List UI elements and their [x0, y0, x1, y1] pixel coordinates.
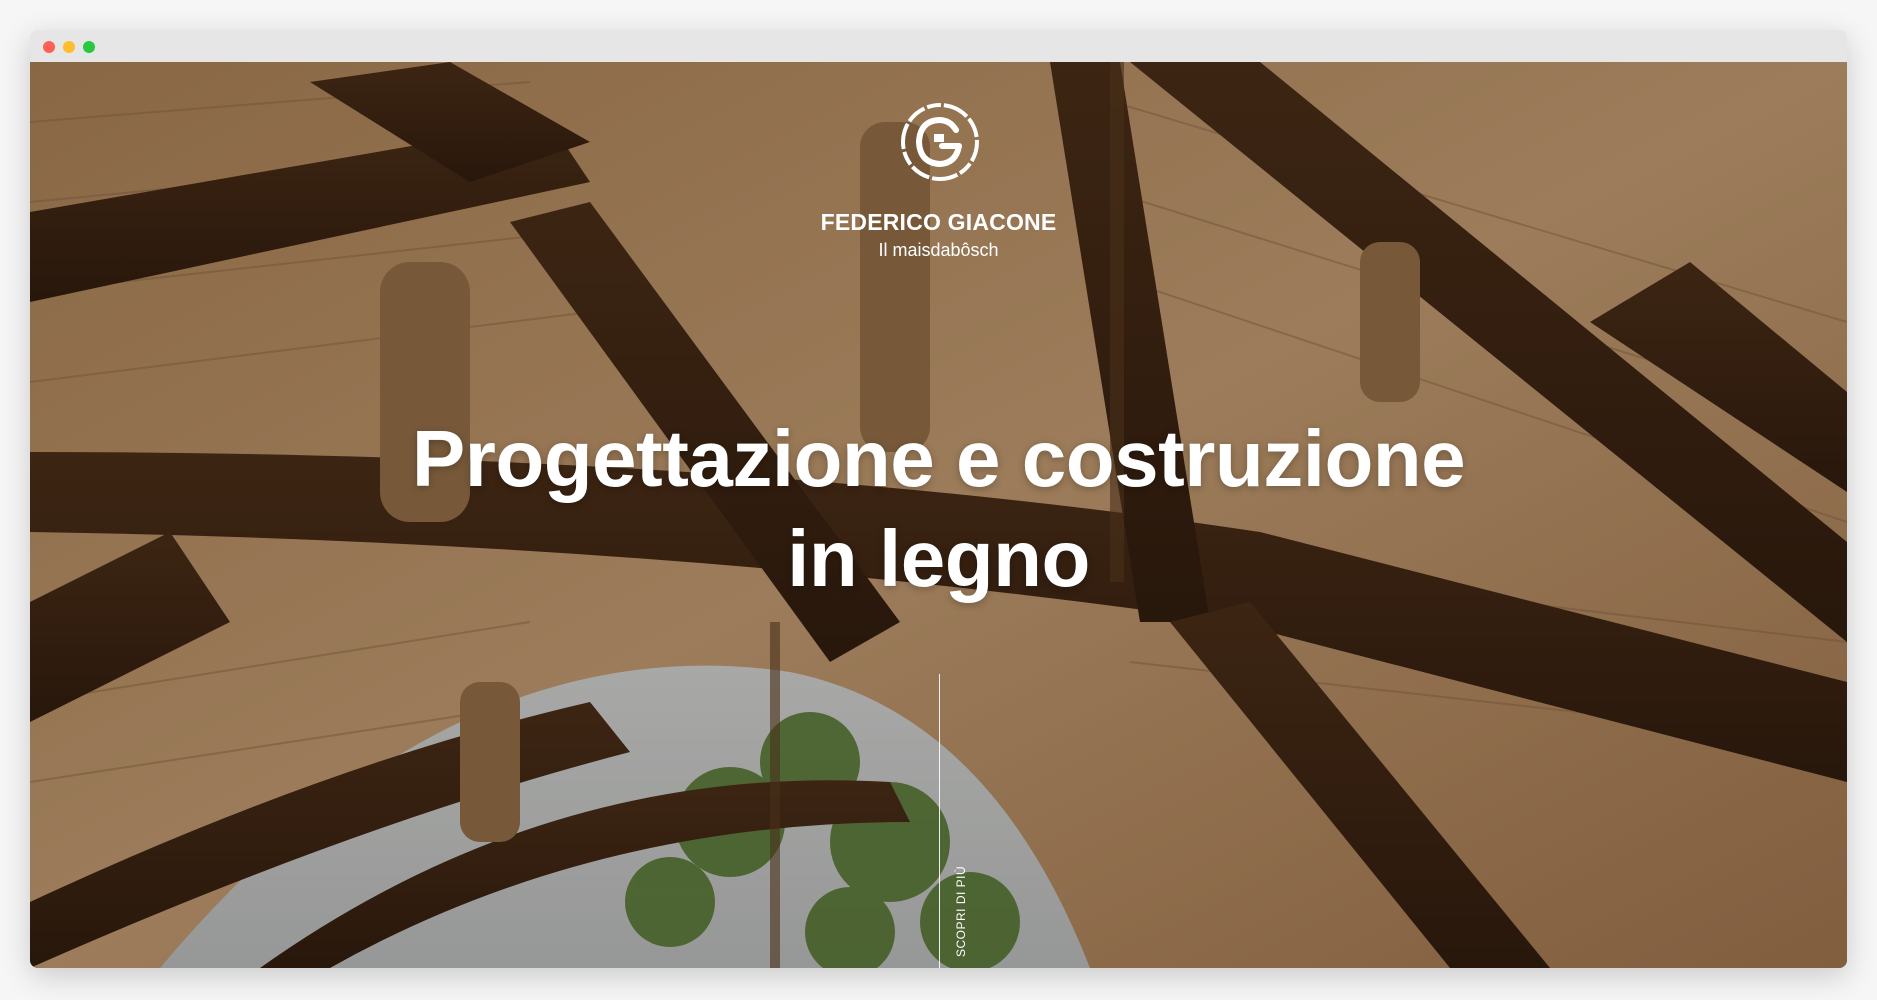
brand-name[interactable]: FEDERICO GIACONE [30, 209, 1847, 236]
scroll-indicator-line [939, 674, 940, 968]
minimize-window-button[interactable] [63, 41, 75, 53]
window-titlebar [30, 30, 1847, 62]
hero-headline-line-2: in legno [787, 514, 1090, 603]
close-window-button[interactable] [43, 41, 55, 53]
hero-headline-line-1: Progettazione e costruzione [411, 414, 1466, 503]
logo-icon[interactable] [898, 100, 982, 184]
maximize-window-button[interactable] [83, 41, 95, 53]
hero-section: FEDERICO GIACONE Il maisdabôsch Progetta… [30, 62, 1847, 968]
browser-window: FEDERICO GIACONE Il maisdabôsch Progetta… [30, 30, 1847, 968]
scroll-down-link[interactable]: SCOPRI DI PIÙ [954, 866, 968, 957]
brand-tagline: Il maisdabôsch [878, 240, 999, 260]
